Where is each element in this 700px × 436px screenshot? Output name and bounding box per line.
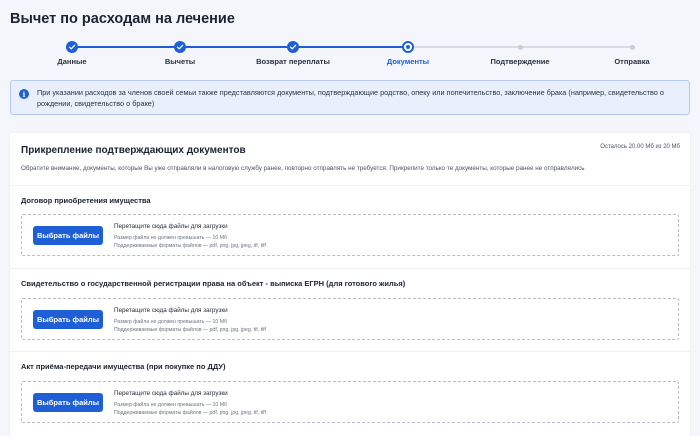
step-send: Отправка bbox=[582, 38, 682, 66]
step-label: Возврат переплаты bbox=[256, 57, 330, 66]
info-icon: i bbox=[19, 89, 29, 99]
divider bbox=[10, 268, 690, 269]
card-note: Обратите внимание, документы, которые Вы… bbox=[21, 165, 585, 172]
pending-step-icon bbox=[517, 45, 523, 50]
info-banner: i При указании расходов за членов своей … bbox=[10, 80, 690, 115]
size-hint: Размер файла не должен превышать — 10 Мб bbox=[114, 402, 227, 408]
formats-hint: Поддерживаемые форматы файлов — pdf, png… bbox=[114, 410, 266, 416]
size-hint: Размер файла не должен превышать — 10 Мб bbox=[114, 235, 227, 241]
check-icon bbox=[287, 41, 299, 53]
section-title: Свидетельство о государственной регистра… bbox=[21, 279, 406, 288]
step-deductions[interactable]: Вычеты bbox=[130, 38, 230, 66]
check-icon bbox=[174, 41, 186, 53]
dropzone-title: Перетащите сюда файлы для загрузки bbox=[114, 307, 228, 314]
divider bbox=[10, 185, 690, 186]
step-refund[interactable]: Возврат переплаты bbox=[243, 38, 343, 66]
file-dropzone[interactable]: Выбрать файлы Перетащите сюда файлы для … bbox=[21, 214, 679, 256]
card-title: Прикрепление подтверждающих документов bbox=[21, 145, 246, 156]
step-label: Отправка bbox=[614, 57, 650, 66]
choose-files-button[interactable]: Выбрать файлы bbox=[33, 226, 103, 245]
choose-files-button[interactable]: Выбрать файлы bbox=[33, 393, 103, 412]
step-label: Данные bbox=[57, 57, 87, 66]
documents-card: Прикрепление подтверждающих документов О… bbox=[10, 133, 690, 436]
step-documents[interactable]: Документы bbox=[358, 38, 458, 66]
pending-step-icon bbox=[629, 45, 635, 50]
size-hint: Размер файла не должен превышать — 10 Мб bbox=[114, 319, 227, 325]
file-dropzone[interactable]: Выбрать файлы Перетащите сюда файлы для … bbox=[21, 298, 679, 340]
file-dropzone[interactable]: Выбрать файлы Перетащите сюда файлы для … bbox=[21, 381, 679, 423]
step-confirmation: Подтверждение bbox=[470, 38, 570, 66]
section-title: Договор приобретения имущества bbox=[21, 196, 151, 205]
progress-stepper: Данные Вычеты Возврат переплаты Документ… bbox=[0, 38, 700, 68]
info-text: При указании расходов за членов своей се… bbox=[37, 88, 664, 108]
step-label: Вычеты bbox=[164, 57, 196, 66]
formats-hint: Поддерживаемые форматы файлов — pdf, png… bbox=[114, 327, 266, 333]
current-step-icon bbox=[402, 41, 414, 53]
check-icon bbox=[66, 41, 78, 53]
upload-limit: Осталось 20.00 Мб из 20 Мб bbox=[600, 144, 680, 150]
divider bbox=[10, 351, 690, 352]
step-data[interactable]: Данные bbox=[22, 38, 122, 66]
page-title: Вычет по расходам на лечение bbox=[10, 11, 235, 27]
step-label: Документы bbox=[386, 57, 430, 66]
step-label: Подтверждение bbox=[490, 57, 550, 66]
section-title: Акт приёма-передачи имущества (при покуп… bbox=[21, 362, 226, 371]
choose-files-button[interactable]: Выбрать файлы bbox=[33, 310, 103, 329]
formats-hint: Поддерживаемые форматы файлов — pdf, png… bbox=[114, 243, 266, 249]
dropzone-title: Перетащите сюда файлы для загрузки bbox=[114, 223, 228, 230]
dropzone-title: Перетащите сюда файлы для загрузки bbox=[114, 390, 228, 397]
